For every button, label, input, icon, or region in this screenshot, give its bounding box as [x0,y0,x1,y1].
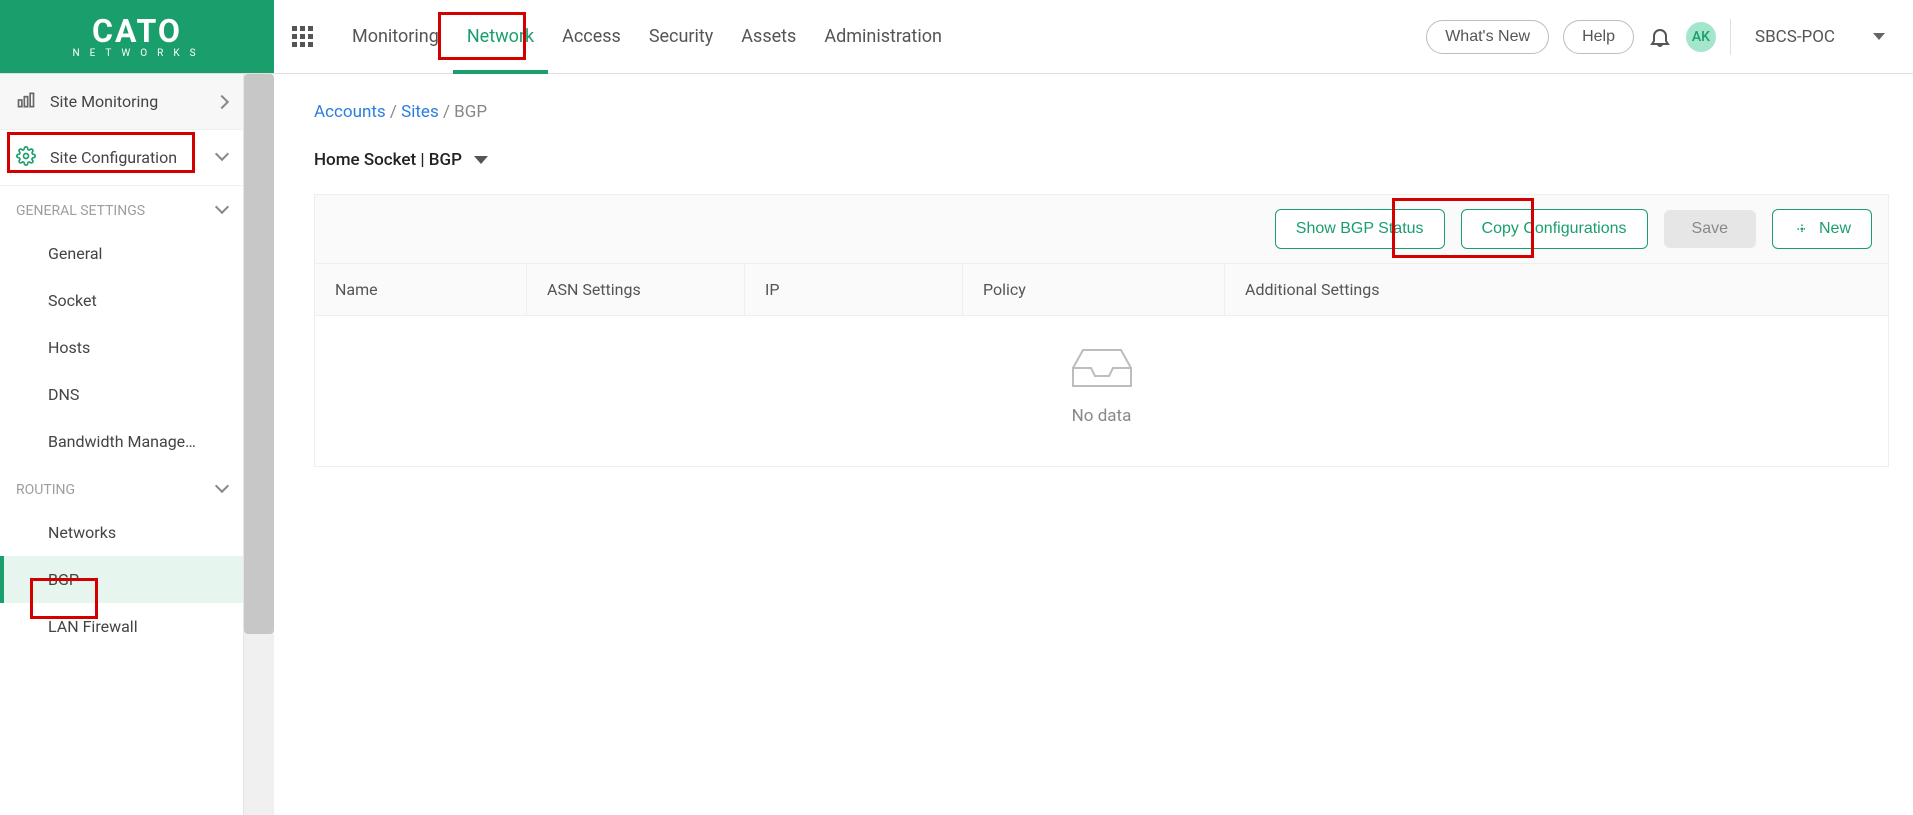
nav-access[interactable]: Access [548,0,635,74]
sidebar-subitem-socket[interactable]: Socket [0,277,243,324]
chevron-right-icon [217,92,227,111]
global-header: CATO NETWORKS Monitoring Network Access … [0,0,1913,74]
chevron-down-icon [217,202,227,220]
page-title-dropdown[interactable]: Home Socket | BGP [314,150,1889,170]
table-header-row: Name ASN Settings IP Policy Additional S… [314,263,1889,316]
chart-bar-icon [16,90,36,114]
nav-administration[interactable]: Administration [810,0,956,74]
new-button-label: New [1819,220,1851,238]
chevron-down-icon [474,156,488,164]
page-title-text: Home Socket | BGP [314,150,462,170]
toolbar: Show BGP Status Copy Configurations Save… [314,194,1889,263]
account-switcher[interactable]: SBCS-POC [1745,27,1895,47]
logo-brand-text: CATO [92,12,182,50]
main-content: Accounts / Sites / BGP Home Socket | BGP… [274,74,1913,815]
sidebar-item-site-configuration[interactable]: Site Configuration [0,130,243,186]
breadcrumb-accounts-link[interactable]: Accounts [314,102,386,122]
sidebar-subitem-bgp[interactable]: BGP [0,556,243,603]
chevron-down-icon [217,148,227,167]
save-button: Save [1664,210,1756,248]
sidebar-subitem-lan-firewall[interactable]: LAN Firewall [0,603,243,650]
section-label-text: GENERAL SETTINGS [16,203,145,219]
breadcrumb-separator: / [443,102,454,122]
breadcrumb-sites-link[interactable]: Sites [401,102,439,122]
header-right: What's New Help AK SBCS-POC [1426,0,1913,73]
sparkle-plus-icon [1793,220,1811,238]
empty-state-text: No data [1072,406,1132,426]
brand-logo[interactable]: CATO NETWORKS [0,0,274,73]
header-divider [1730,19,1731,55]
account-name-label: SBCS-POC [1755,27,1835,47]
breadcrumb: Accounts / Sites / BGP [314,102,1889,122]
column-header-ip[interactable]: IP [745,264,963,315]
column-header-name[interactable]: Name [315,264,527,315]
nav-monitoring[interactable]: Monitoring [338,0,453,74]
apps-grid-icon[interactable] [292,26,314,48]
logo-tagline-text: NETWORKS [72,49,205,59]
sidebar-scroll-thumb[interactable] [244,74,274,634]
body-row: Site Monitoring Site Configuration GENER… [0,74,1913,815]
sidebar-item-label: Site Monitoring [50,92,158,111]
copy-configurations-button[interactable]: Copy Configurations [1461,209,1648,249]
sidebar-scroll-track[interactable] [244,74,274,815]
column-header-policy[interactable]: Policy [963,264,1225,315]
gear-icon [16,146,36,170]
column-header-additional[interactable]: Additional Settings [1225,264,1888,315]
main-nav: Monitoring Network Access Security Asset… [274,0,1426,73]
empty-state: No data [314,316,1889,467]
sidebar-item-label: Site Configuration [50,148,177,167]
chevron-down-icon [217,481,227,499]
whats-new-button[interactable]: What's New [1426,20,1549,54]
nav-network[interactable]: Network [453,0,548,74]
breadcrumb-current: BGP [454,102,487,122]
nav-assets[interactable]: Assets [727,0,810,74]
sidebar: Site Monitoring Site Configuration GENER… [0,74,244,815]
sidebar-subitem-networks[interactable]: Networks [0,509,243,556]
sidebar-subitem-bandwidth[interactable]: Bandwidth Manage… [0,418,243,465]
show-bgp-status-button[interactable]: Show BGP Status [1275,209,1445,249]
section-label-text: ROUTING [16,482,75,498]
nav-security[interactable]: Security [635,0,727,74]
column-header-asn[interactable]: ASN Settings [527,264,745,315]
sidebar-subitem-dns[interactable]: DNS [0,371,243,418]
inbox-tray-icon [1069,344,1135,390]
sidebar-subitem-hosts[interactable]: Hosts [0,324,243,371]
breadcrumb-separator: / [390,102,401,122]
chevron-down-icon [1873,33,1885,40]
sidebar-item-site-monitoring[interactable]: Site Monitoring [0,74,243,130]
help-button[interactable]: Help [1563,20,1634,54]
sidebar-section-routing[interactable]: ROUTING [0,465,243,509]
user-avatar[interactable]: AK [1686,22,1716,52]
sidebar-subitem-general[interactable]: General [0,230,243,277]
new-button[interactable]: New [1772,209,1872,249]
notifications-bell-icon[interactable] [1648,25,1672,49]
sidebar-section-general-settings[interactable]: GENERAL SETTINGS [0,186,243,230]
